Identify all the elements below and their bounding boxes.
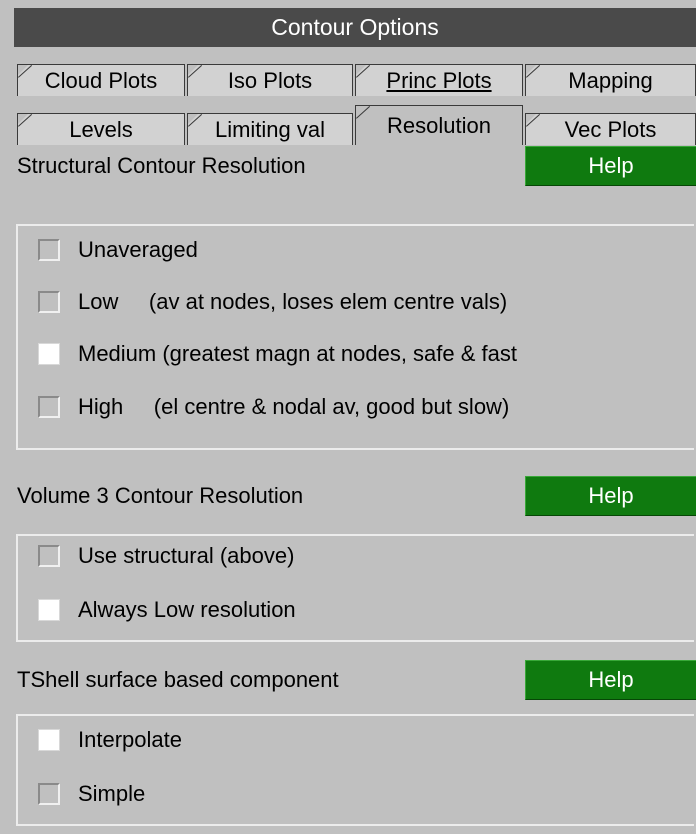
- tab-mapping[interactable]: Mapping: [525, 64, 696, 96]
- structural-option-medium[interactable]: Medium (greatest magn at nodes, safe & f…: [38, 338, 517, 370]
- option-label: Low (av at nodes, loses elem centre vals…: [78, 289, 508, 314]
- checkbox[interactable]: [38, 545, 60, 567]
- volume3-section-label: Volume 3 Contour Resolution: [17, 483, 304, 508]
- tshell-help-button[interactable]: Help: [525, 660, 696, 700]
- tab-limiting-val[interactable]: Limiting val: [187, 113, 353, 145]
- checkbox[interactable]: [38, 239, 60, 261]
- checkbox[interactable]: [38, 599, 60, 621]
- tab-resolution[interactable]: Resolution: [355, 105, 523, 145]
- option-label: Interpolate: [78, 727, 182, 752]
- checkbox[interactable]: [38, 291, 60, 313]
- volume3-option-always-low[interactable]: Always Low resolution: [38, 594, 296, 626]
- tab-label: Mapping: [568, 67, 653, 93]
- tab-vec-plots[interactable]: Vec Plots: [525, 113, 696, 145]
- structural-option-low[interactable]: Low (av at nodes, loses elem centre vals…: [38, 286, 507, 318]
- option-label: Use structural (above): [78, 543, 295, 568]
- structural-help-button[interactable]: Help: [525, 146, 696, 186]
- structural-option-unaveraged[interactable]: Unaveraged: [38, 234, 198, 266]
- tab-label: Limiting val: [214, 116, 326, 142]
- tab-iso-plots[interactable]: Iso Plots: [187, 64, 353, 96]
- tab-label: Vec Plots: [564, 116, 657, 142]
- window-title: Contour Options: [14, 8, 696, 47]
- option-label: Simple: [78, 781, 146, 806]
- option-label: Always Low resolution: [78, 597, 296, 622]
- contour-options-panel: Contour Options Cloud Plots Iso Plots Pr…: [0, 0, 696, 834]
- option-label: High (el centre & nodal av, good but slo…: [78, 394, 510, 419]
- tshell-option-interpolate[interactable]: Interpolate: [38, 724, 182, 756]
- checkbox[interactable]: [38, 343, 60, 365]
- tab-levels[interactable]: Levels: [17, 113, 185, 145]
- volume3-option-use-structural[interactable]: Use structural (above): [38, 540, 294, 572]
- tab-label: Resolution: [387, 112, 491, 138]
- option-label: Unaveraged: [78, 237, 198, 262]
- tab-label: Iso Plots: [227, 67, 313, 93]
- option-label: Medium (greatest magn at nodes, safe & f…: [78, 341, 518, 366]
- checkbox[interactable]: [38, 396, 60, 418]
- tshell-section-label: TShell surface based component: [17, 667, 339, 692]
- checkbox[interactable]: [38, 729, 60, 751]
- tshell-option-simple[interactable]: Simple: [38, 778, 145, 810]
- tab-cloud-plots[interactable]: Cloud Plots: [17, 64, 185, 96]
- volume3-help-button[interactable]: Help: [525, 476, 696, 516]
- tab-label: Cloud Plots: [44, 67, 158, 93]
- tab-princ-plots[interactable]: Princ Plots: [355, 64, 523, 96]
- structural-section-label: Structural Contour Resolution: [17, 153, 306, 178]
- checkbox[interactable]: [38, 783, 60, 805]
- tab-label: Princ Plots: [386, 67, 492, 93]
- tab-label: Levels: [69, 116, 133, 142]
- structural-option-high[interactable]: High (el centre & nodal av, good but slo…: [38, 391, 509, 423]
